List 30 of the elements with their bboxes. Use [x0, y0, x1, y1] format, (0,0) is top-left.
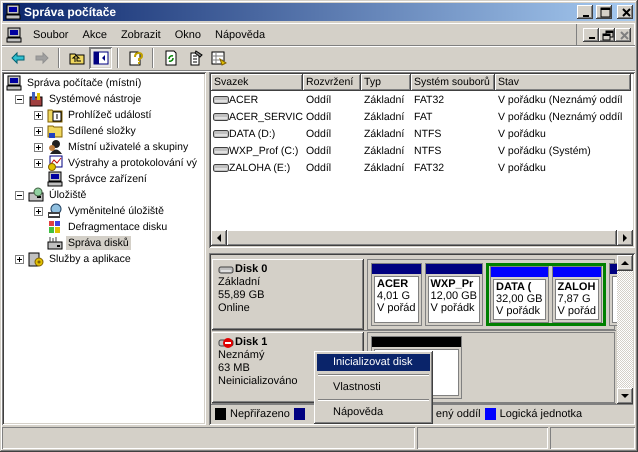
disk-info: 63 MB	[218, 362, 251, 375]
table-cell-text: FAT	[413, 110, 434, 122]
table-cell-text: Základní	[363, 162, 406, 174]
legend-label: Nepřiřazeno	[230, 408, 290, 420]
table-cell-text: FAT32	[413, 94, 446, 106]
legend-label: ený oddíl	[436, 408, 481, 420]
table-cell-text: Oddíl	[305, 144, 332, 156]
table-cell-text: V pořádku (Systém)	[497, 144, 592, 156]
legend-label: Logická jednotka	[500, 408, 582, 420]
table-cell-text: Oddíl	[305, 110, 332, 122]
disk-name: Disk 0	[235, 263, 268, 276]
disk-name: Disk 1	[235, 336, 268, 349]
table-cell-text: Základní	[363, 110, 406, 122]
table-cell-text: Oddíl	[305, 128, 332, 140]
table-cell-text: V pořádku (Neznámý oddíl	[497, 94, 624, 106]
disk-info: Základní	[218, 276, 262, 289]
window-title: Správa počítače	[24, 5, 118, 19]
table-cell-text: FAT32	[413, 162, 446, 174]
table-cell-text: Oddíl	[305, 162, 332, 174]
table-cell-text: V pořádku	[497, 162, 547, 174]
table-cell-text: V pořádku	[497, 128, 547, 140]
table-cell-text: NTFS	[413, 128, 442, 140]
table-cell-text: Základní	[363, 144, 406, 156]
disk-info: Online	[218, 302, 251, 315]
table-cell-text: Oddíl	[305, 94, 332, 106]
disk-info: 55,89 GB	[218, 289, 266, 302]
table-cell-text: Základní	[363, 128, 406, 140]
table-cell-text: V pořádku (Neznámý oddíl	[497, 110, 624, 122]
table-cell-text: NTFS	[413, 144, 442, 156]
table-cell-text: Základní	[363, 94, 406, 106]
